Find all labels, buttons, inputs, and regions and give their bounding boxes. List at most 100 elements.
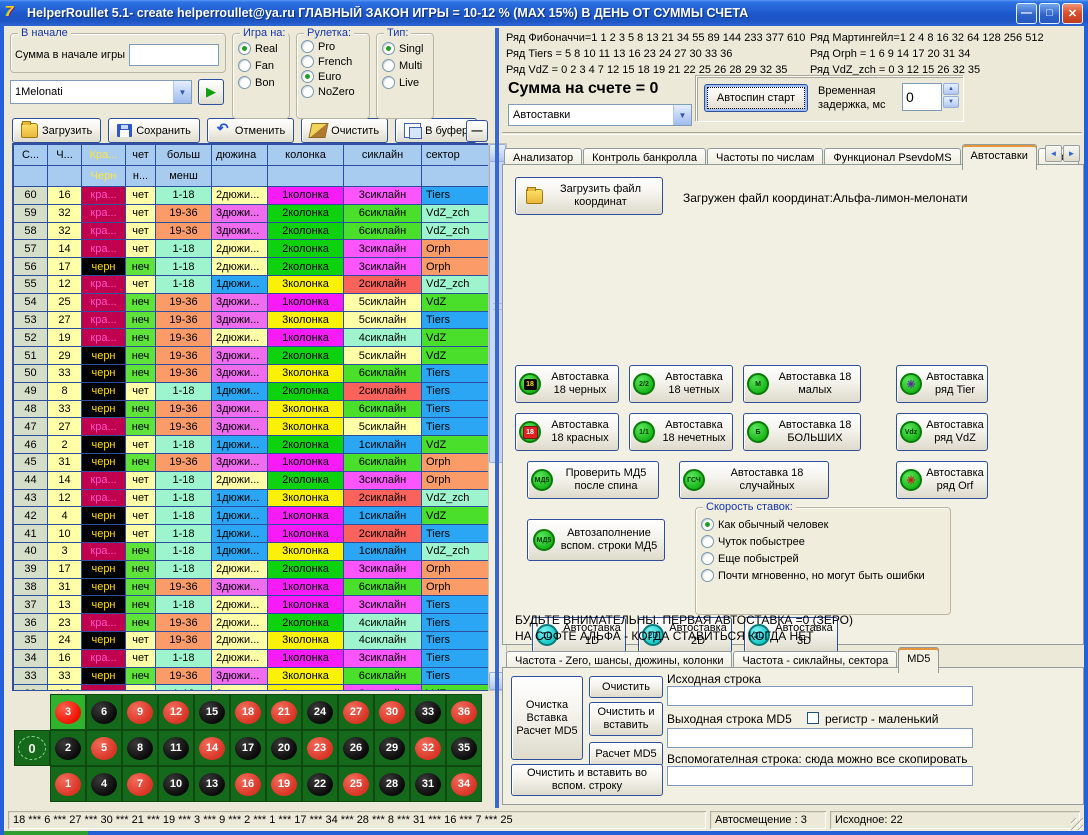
- radio-singl[interactable]: Singl: [382, 42, 428, 55]
- table-row[interactable]: 462чернчет1-181дюжи...2колонка1сиклайнVd…: [14, 436, 490, 454]
- table-row[interactable]: 5129черннеч19-363дюжи...2колонка5сиклайн…: [14, 347, 490, 365]
- autobet-button[interactable]: МАвтоставка 18 малых: [743, 365, 861, 403]
- roulette-cell-22[interactable]: 22: [302, 766, 338, 802]
- roulette-cell-23[interactable]: 23: [302, 730, 338, 766]
- autobet-button[interactable]: МД5Проверить МД5 после спина: [527, 461, 659, 499]
- speed-radio-1[interactable]: Как обычный человек: [701, 518, 945, 531]
- roulette-cell-26[interactable]: 26: [338, 730, 374, 766]
- md5-clear-button[interactable]: Очистить: [589, 676, 663, 698]
- table-row[interactable]: 498чернчет1-181дюжи...2колонка2сиклайнTi…: [14, 382, 490, 400]
- table-row[interactable]: 3524чернчет19-362дюжи...3колонка4сиклайн…: [14, 631, 490, 649]
- roulette-cell-5[interactable]: 5: [86, 730, 122, 766]
- roulette-cell-33[interactable]: 33: [410, 694, 446, 730]
- table-row[interactable]: 3416кра...чет1-182дюжи...1колонка3сиклай…: [14, 649, 490, 667]
- radio-french[interactable]: French: [301, 55, 365, 68]
- autospin-start-button[interactable]: Автоспин старт: [704, 84, 808, 112]
- table-row[interactable]: 3333черннеч19-363дюжи...3колонка6сиклайн…: [14, 667, 490, 685]
- table-row[interactable]: 3831черннеч19-363дюжи...1колонка6сиклайн…: [14, 578, 490, 596]
- table-row[interactable]: 4110чернчет1-181дюжи...1колонка2сиклайнT…: [14, 525, 490, 543]
- resize-grip[interactable]: [1071, 818, 1083, 830]
- autobet-button[interactable]: 18Автоставка 18 черных: [515, 365, 619, 403]
- spin-up-icon[interactable]: ▲: [943, 83, 959, 95]
- speed-radio-4[interactable]: Почти мгновенно, но могут быть ошибки: [701, 569, 945, 582]
- start-sum-input[interactable]: [129, 44, 219, 66]
- roulette-cell-16[interactable]: 16: [230, 766, 266, 802]
- table-row[interactable]: 4727кра...неч19-363дюжи...3колонка5сикла…: [14, 418, 490, 436]
- table-row[interactable]: 3218кра...чет1-182дюжи...3колонка3сиклай…: [14, 685, 490, 691]
- roulette-cell-18[interactable]: 18: [230, 694, 266, 730]
- md5-clear-paste-button[interactable]: Очистить и вставить: [589, 702, 663, 736]
- roulette-cell-20[interactable]: 20: [266, 730, 302, 766]
- table-row[interactable]: 5327кра...неч19-363дюжи...3колонка5сикла…: [14, 311, 490, 329]
- md5-big-button[interactable]: Очистка Вставка Расчет MD5: [511, 676, 583, 760]
- combo-arrow-icon[interactable]: [673, 105, 691, 125]
- source-string-input[interactable]: [667, 686, 973, 706]
- delay-input[interactable]: [902, 83, 942, 111]
- roulette-cell-17[interactable]: 17: [230, 730, 266, 766]
- load-coordinates-button[interactable]: Загрузить файл координат: [515, 177, 663, 215]
- roulette-cell-2[interactable]: 2: [50, 730, 86, 766]
- roulette-cell-19[interactable]: 19: [266, 766, 302, 802]
- radio-euro[interactable]: Euro: [301, 70, 365, 83]
- table-row[interactable]: 3623кра...неч19-362дюжи...2колонка4сикла…: [14, 614, 490, 632]
- table-row[interactable]: 4833черннеч19-363дюжи...3колонка6сиклайн…: [14, 400, 490, 418]
- autobet-button[interactable]: ✳Автоставка ряд Orf: [896, 461, 988, 499]
- autobet-button[interactable]: VdzАвтоставка ряд VdZ: [896, 413, 988, 451]
- bets-combobox[interactable]: Автоставки: [508, 104, 692, 126]
- roulette-cell-7[interactable]: 7: [122, 766, 158, 802]
- table-row[interactable]: 403кра...неч1-181дюжи...3колонка1сиклайн…: [14, 542, 490, 560]
- spin-down-icon[interactable]: ▼: [943, 96, 959, 108]
- roulette-cell-0[interactable]: 0: [14, 730, 50, 766]
- roulette-cell-28[interactable]: 28: [374, 766, 410, 802]
- roulette-cell-25[interactable]: 25: [338, 766, 374, 802]
- radio-real[interactable]: Real: [238, 42, 284, 55]
- roulette-cell-30[interactable]: 30: [374, 694, 410, 730]
- clear-paste-helper-button[interactable]: Очистить и вставить во вспом. строку: [511, 764, 663, 796]
- toolbar-load-button[interactable]: Загрузить: [12, 118, 101, 143]
- toolbar-buffer-button[interactable]: В буфер: [395, 118, 477, 143]
- tab-автоставки[interactable]: Автоставки: [962, 144, 1037, 170]
- autobet-button[interactable]: ГСЧАвтоставка 18 случайных: [679, 461, 829, 499]
- table-row[interactable]: 3917черннеч1-182дюжи...2колонка3сиклайнO…: [14, 560, 490, 578]
- roulette-cell-34[interactable]: 34: [446, 766, 482, 802]
- roulette-cell-21[interactable]: 21: [266, 694, 302, 730]
- roulette-cell-13[interactable]: 13: [194, 766, 230, 802]
- roulette-cell-35[interactable]: 35: [446, 730, 482, 766]
- close-button[interactable]: ✕: [1062, 3, 1083, 24]
- tab-scroll-right-icon[interactable]: ►: [1063, 145, 1080, 162]
- autobet-button[interactable]: 18Автоставка 18 красных: [515, 413, 619, 451]
- roulette-cell-1[interactable]: 1: [50, 766, 86, 802]
- tab-md5[interactable]: MD5: [898, 647, 939, 673]
- roulette-cell-36[interactable]: 36: [446, 694, 482, 730]
- md5-calc-button[interactable]: Расчет MD5: [589, 742, 663, 766]
- table-row[interactable]: 5617черннеч1-182дюжи...2колонка3сиклайнO…: [14, 258, 490, 276]
- radio-fan[interactable]: Fan: [238, 59, 284, 72]
- table-row[interactable]: 4531черннеч19-363дюжи...1колонка6сиклайн…: [14, 453, 490, 471]
- table-row[interactable]: 5033черннеч19-363дюжи...3колонка6сиклайн…: [14, 364, 490, 382]
- table-row[interactable]: 5832кра...чет19-363дюжи...2колонка6сикла…: [14, 222, 490, 240]
- table-row[interactable]: 5714кра...чет1-182дюжи...2колонка3сиклай…: [14, 240, 490, 258]
- table-row[interactable]: 3713черннеч1-182дюжи...1колонка3сиклайнT…: [14, 596, 490, 614]
- toolbar-save-button[interactable]: Сохранить: [108, 118, 200, 143]
- autofill-md5-button[interactable]: МД5 Автозаполнение вспом. строки МД5: [527, 519, 665, 561]
- spins-table[interactable]: С...Ч...Кра...четбольшдюжинаколонкасикла…: [12, 143, 490, 691]
- register-checkbox[interactable]: [807, 712, 819, 724]
- table-row[interactable]: 5512кра...чет1-181дюжи...3колонка2сиклай…: [14, 275, 490, 293]
- output-string-input[interactable]: [667, 728, 973, 748]
- roulette-cell-11[interactable]: 11: [158, 730, 194, 766]
- roulette-cell-24[interactable]: 24: [302, 694, 338, 730]
- roulette-cell-6[interactable]: 6: [86, 694, 122, 730]
- toolbar-clean-button[interactable]: Очистить: [301, 118, 388, 143]
- helper-string-input[interactable]: [667, 766, 973, 786]
- roulette-cell-29[interactable]: 29: [374, 730, 410, 766]
- collapse-button[interactable]: —: [466, 120, 488, 142]
- roulette-cell-10[interactable]: 10: [158, 766, 194, 802]
- table-row[interactable]: 5219кра...неч19-362дюжи...1колонка4сикла…: [14, 329, 490, 347]
- tab-scroll-left-icon[interactable]: ◄: [1045, 145, 1062, 162]
- maximize-button[interactable]: □: [1039, 3, 1060, 24]
- roulette-cell-27[interactable]: 27: [338, 694, 374, 730]
- roulette-cell-31[interactable]: 31: [410, 766, 446, 802]
- roulette-cell-32[interactable]: 32: [410, 730, 446, 766]
- roulette-cell-8[interactable]: 8: [122, 730, 158, 766]
- roulette-cell-15[interactable]: 15: [194, 694, 230, 730]
